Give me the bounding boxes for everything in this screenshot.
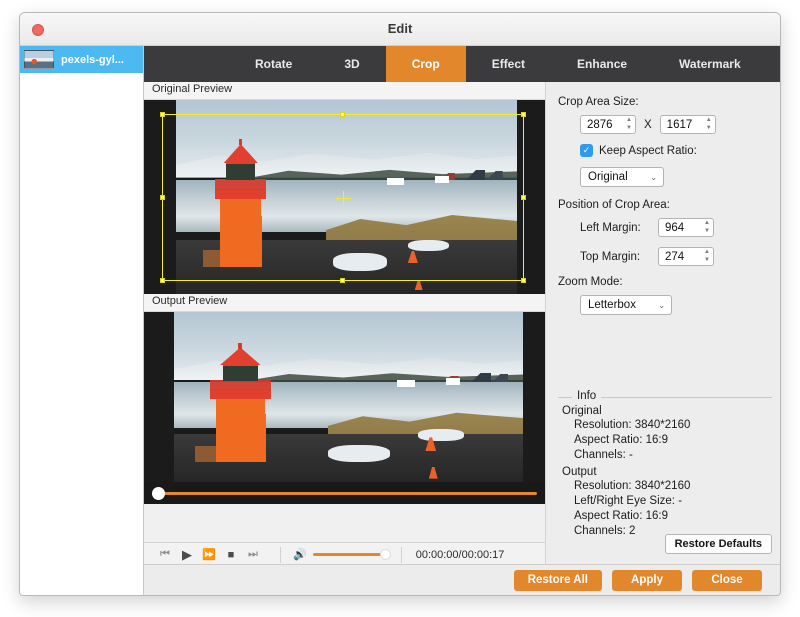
volume-slider[interactable]: [312, 549, 391, 560]
crop-area-size-label: Crop Area Size:: [558, 96, 639, 108]
original-preview-label: Original Preview: [144, 82, 545, 100]
fast-forward-icon[interactable]: ⏩: [198, 548, 220, 561]
play-icon[interactable]: ▶: [176, 547, 198, 563]
tab-watermark[interactable]: Watermark: [653, 46, 767, 82]
left-margin-stepper[interactable]: 964 ▲ ▼: [658, 218, 714, 237]
chevron-down-icon: ⌄: [650, 172, 657, 182]
volume-knob[interactable]: [379, 549, 391, 560]
stop-icon[interactable]: ■: [220, 549, 242, 561]
dimension-separator: X: [644, 118, 652, 131]
aspect-ratio-select[interactable]: Original ⌄: [580, 167, 664, 187]
crop-handle-middle-right[interactable]: [521, 194, 526, 200]
info-original-heading: Original: [562, 405, 602, 417]
crop-height-value: 1617: [666, 118, 693, 131]
zoom-mode-select[interactable]: Letterbox ⌄: [580, 295, 672, 315]
seek-track[interactable]: [158, 492, 537, 495]
stepper-arrows-icon[interactable]: ▲ ▼: [704, 220, 710, 235]
edit-window: Edit pexels-gyl... Rotate 3D Crop Effect…: [19, 12, 781, 596]
action-bar: Restore All Apply Close: [144, 564, 780, 595]
seek-knob[interactable]: [152, 487, 165, 500]
seek-bar[interactable]: [144, 482, 545, 504]
aspect-ratio-value: Original: [588, 171, 628, 183]
info-output-heading: Output: [562, 466, 597, 478]
original-preview[interactable]: [144, 100, 545, 294]
position-of-crop-area-label: Position of Crop Area:: [558, 199, 670, 211]
tab-crop[interactable]: Crop: [385, 46, 466, 82]
crop-width-value: 2876: [587, 118, 613, 131]
left-margin-value: 964: [665, 221, 685, 234]
file-sidebar: pexels-gyl...: [20, 46, 144, 595]
original-video-frame: [176, 100, 517, 294]
info-group: Info Original Resolution: 3840*2160 Aspe…: [558, 390, 772, 539]
apply-button[interactable]: Apply: [612, 569, 682, 591]
skip-next-icon[interactable]: ⏭: [242, 548, 264, 561]
window-title: Edit: [387, 21, 413, 36]
info-original-channels: Channels: -: [574, 449, 633, 461]
tab-effect[interactable]: Effect: [466, 46, 551, 82]
output-preview[interactable]: [144, 312, 545, 504]
info-output-resolution: Resolution: 3840*2160: [574, 480, 691, 492]
skip-previous-icon[interactable]: ⏮: [154, 548, 176, 561]
crop-settings-panel: Crop Area Size: 2876 ▲ ▼ X 1617 ▲ ▼ ✓ Keep…: [545, 82, 780, 566]
video-thumbnail-icon: [24, 50, 54, 69]
keep-aspect-ratio-label: Keep Aspect Ratio:: [599, 144, 697, 157]
crop-height-stepper[interactable]: 1617 ▲ ▼: [659, 115, 716, 134]
tab-rotate[interactable]: Rotate: [229, 46, 318, 82]
stepper-arrows-icon[interactable]: ▲ ▼: [704, 249, 710, 264]
crop-handle-bottom-right[interactable]: [521, 278, 526, 283]
file-name-label: pexels-gyl...: [61, 53, 124, 66]
keep-aspect-ratio-row[interactable]: ✓ Keep Aspect Ratio:: [580, 144, 772, 157]
list-item[interactable]: pexels-gyl...: [20, 46, 143, 73]
title-bar: Edit: [20, 13, 780, 46]
left-margin-label: Left Margin:: [580, 221, 641, 234]
preview-column: Original Preview Output Preview: [144, 82, 545, 562]
info-original-resolution: Resolution: 3840*2160: [574, 419, 691, 431]
info-output-eye-size: Left/Right Eye Size: -: [574, 495, 683, 507]
restore-all-button[interactable]: Restore All: [513, 569, 602, 591]
stepper-arrows-icon[interactable]: ▲ ▼: [626, 117, 632, 132]
volume-icon[interactable]: 🔊: [293, 548, 307, 561]
chevron-down-icon: ⌄: [658, 300, 665, 310]
top-margin-value: 274: [665, 250, 685, 263]
crop-handle-top-right[interactable]: [521, 112, 526, 117]
timecode-label: 00:00:00/00:00:17: [415, 548, 505, 561]
crop-handle-top-left[interactable]: [160, 112, 165, 117]
top-margin-label: Top Margin:: [580, 250, 641, 263]
crop-width-stepper[interactable]: 2876 ▲ ▼: [580, 115, 636, 134]
zoom-mode-value: Letterbox: [588, 299, 636, 311]
close-button[interactable]: Close: [692, 569, 762, 591]
stepper-arrows-icon[interactable]: ▲ ▼: [706, 117, 712, 132]
keep-aspect-ratio-checkbox[interactable]: ✓: [580, 144, 593, 157]
tab-enhance[interactable]: Enhance: [551, 46, 653, 82]
info-legend: Info: [572, 390, 602, 402]
crop-handle-middle-left[interactable]: [160, 194, 165, 200]
output-preview-label: Output Preview: [144, 294, 545, 312]
divider: [400, 546, 402, 563]
restore-defaults-button[interactable]: Restore Defaults: [664, 534, 772, 554]
info-original-aspect-ratio: Aspect Ratio: 16:9: [574, 434, 668, 446]
transport-bar: ⏮ ▶ ⏩ ■ ⏭ 🔊 00:00:00/00:00:17: [144, 542, 545, 566]
zoom-mode-label: Zoom Mode:: [558, 276, 623, 288]
info-output-aspect-ratio: Aspect Ratio: 16:9: [574, 510, 668, 522]
tab-3d[interactable]: 3D: [318, 46, 385, 82]
top-margin-stepper[interactable]: 274 ▲ ▼: [658, 247, 714, 266]
tab-bar: Rotate 3D Crop Effect Enhance Watermark: [144, 46, 780, 82]
crop-handle-bottom-left[interactable]: [160, 278, 165, 283]
divider: [280, 546, 281, 563]
output-video-frame: [174, 312, 523, 482]
